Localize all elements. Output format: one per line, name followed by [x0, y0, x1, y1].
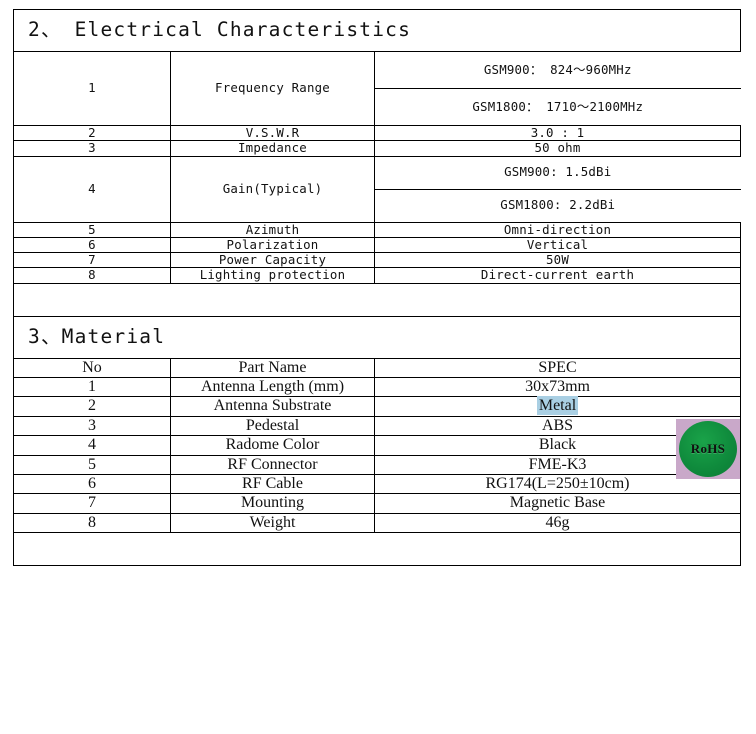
row-spec-split: GSM900： 824～960MHz GSM1800： 1710～2100MHz: [375, 52, 741, 126]
section-title-electrical: 2、 Electrical Characteristics: [28, 18, 412, 42]
table-row: 4 Gain(Typical) GSM900: 1.5dBi GSM1800: …: [13, 155, 741, 223]
row-number: 6: [13, 236, 171, 254]
row-number: 4: [13, 155, 171, 223]
row-spec: Magnetic Base: [373, 493, 742, 514]
row-part-name: Weight: [170, 512, 375, 534]
row-part-name: Polarization: [170, 236, 375, 254]
spacer-cell: [12, 532, 742, 567]
row-part-name: V.S.W.R: [170, 124, 375, 142]
table-row: 1 Antenna Length (mm) 30x73mm: [13, 376, 742, 398]
column-header-spec: SPEC: [373, 357, 742, 378]
table-row: 7 Mounting Magnetic Base: [13, 493, 742, 514]
table-row: 3 Impedance 50 ohm: [13, 140, 742, 157]
row-part-name: Antenna Length (mm): [170, 376, 375, 398]
row-spec: Vertical: [373, 236, 742, 254]
row-part-name: Impedance: [170, 140, 375, 157]
row-number: 7: [13, 252, 171, 269]
document-page: 2、 Electrical Characteristics 1 Frequenc…: [0, 0, 756, 734]
row-part-name: Antenna Substrate: [170, 396, 375, 417]
table-row: 8 Lighting protection Direct-current ear…: [13, 267, 742, 284]
table-row: 2 V.S.W.R 3.0 : 1: [13, 124, 742, 142]
table-row: 4 Radome Color Black: [13, 435, 742, 456]
section-title-material: 3、Material: [28, 324, 166, 348]
table-row: 1 Frequency Range GSM900： 824～960MHz GSM…: [13, 51, 741, 126]
row-number: 3: [13, 140, 171, 157]
row-number: 7: [13, 493, 171, 514]
row-number: 4: [13, 435, 171, 456]
row-spec: 50 ohm: [373, 140, 742, 157]
row-number: 1: [13, 51, 171, 126]
row-number: 3: [13, 415, 171, 437]
row-spec: Omni-direction: [373, 221, 742, 238]
row-spec: 3.0 : 1: [373, 124, 742, 142]
table-header-row: No Part Name SPEC: [13, 357, 742, 378]
section-heading-row-material: 3、Material: [12, 315, 742, 359]
row-spec: 30x73mm: [373, 376, 742, 398]
row-part-name: Lighting protection: [170, 267, 375, 284]
row-number: 2: [13, 124, 171, 142]
row-number: 5: [13, 221, 171, 238]
row-spec-line: GSM1800: 2.2dBi: [500, 197, 616, 213]
row-number: 1: [13, 376, 171, 398]
row-spec-cell: Metal: [373, 396, 742, 417]
row-part-name: Radome Color: [170, 435, 375, 456]
row-part-name: Pedestal: [170, 415, 375, 437]
spacer-row: [12, 282, 742, 317]
row-spec: 46g: [373, 512, 742, 534]
row-part-name: RF Cable: [170, 473, 375, 495]
row-part-name: Frequency Range: [170, 51, 375, 126]
rohs-badge: RoHS: [676, 419, 740, 479]
row-number: 8: [13, 267, 171, 284]
row-part-name: RF Connector: [170, 454, 375, 475]
row-spec: Direct-current earth: [373, 267, 742, 284]
row-spec: 50W: [373, 252, 742, 269]
rohs-green-disc-icon: RoHS: [679, 421, 737, 477]
spacer-row: [12, 532, 742, 567]
column-header-no: No: [13, 357, 171, 378]
table-row: 3 Pedestal ABS: [13, 415, 742, 437]
row-spec-line: GSM900: 1.5dBi: [375, 156, 741, 190]
row-part-name: Power Capacity: [170, 252, 375, 269]
specification-table: 2、 Electrical Characteristics 1 Frequenc…: [12, 9, 742, 567]
section-heading-cell-material: 3、Material: [12, 315, 742, 359]
table-row: 5 RF Connector FME-K3: [13, 454, 742, 475]
row-spec-selected-text[interactable]: Metal: [536, 396, 579, 416]
row-spec-line: GSM1800： 1710～2100MHz: [472, 98, 644, 114]
section-heading-cell-electrical: 2、 Electrical Characteristics: [12, 9, 742, 52]
table-row: 5 Azimuth Omni-direction: [13, 221, 742, 238]
row-spec-line: GSM900： 824～960MHz: [375, 52, 741, 89]
row-number: 2: [13, 396, 171, 417]
table-row: 2 Antenna Substrate Metal: [13, 396, 742, 417]
rohs-label: RoHS: [690, 441, 726, 456]
column-header-part-name: Part Name: [170, 357, 375, 378]
row-part-name: Mounting: [170, 493, 375, 514]
table-row: 6 RF Cable RG174(L=250±10cm): [13, 473, 742, 495]
row-part-name: Gain(Typical): [170, 155, 375, 223]
row-number: 5: [13, 454, 171, 475]
row-spec-split: GSM900: 1.5dBi GSM1800: 2.2dBi: [375, 156, 741, 222]
table-row: 7 Power Capacity 50W: [13, 252, 742, 269]
row-number: 6: [13, 473, 171, 495]
section-heading-row-electrical: 2、 Electrical Characteristics: [12, 9, 742, 52]
table-row: 8 Weight 46g: [13, 512, 742, 534]
table-row: 6 Polarization Vertical: [13, 236, 742, 254]
spacer-cell: [12, 282, 742, 317]
row-part-name: Azimuth: [170, 221, 375, 238]
row-number: 8: [13, 512, 171, 534]
